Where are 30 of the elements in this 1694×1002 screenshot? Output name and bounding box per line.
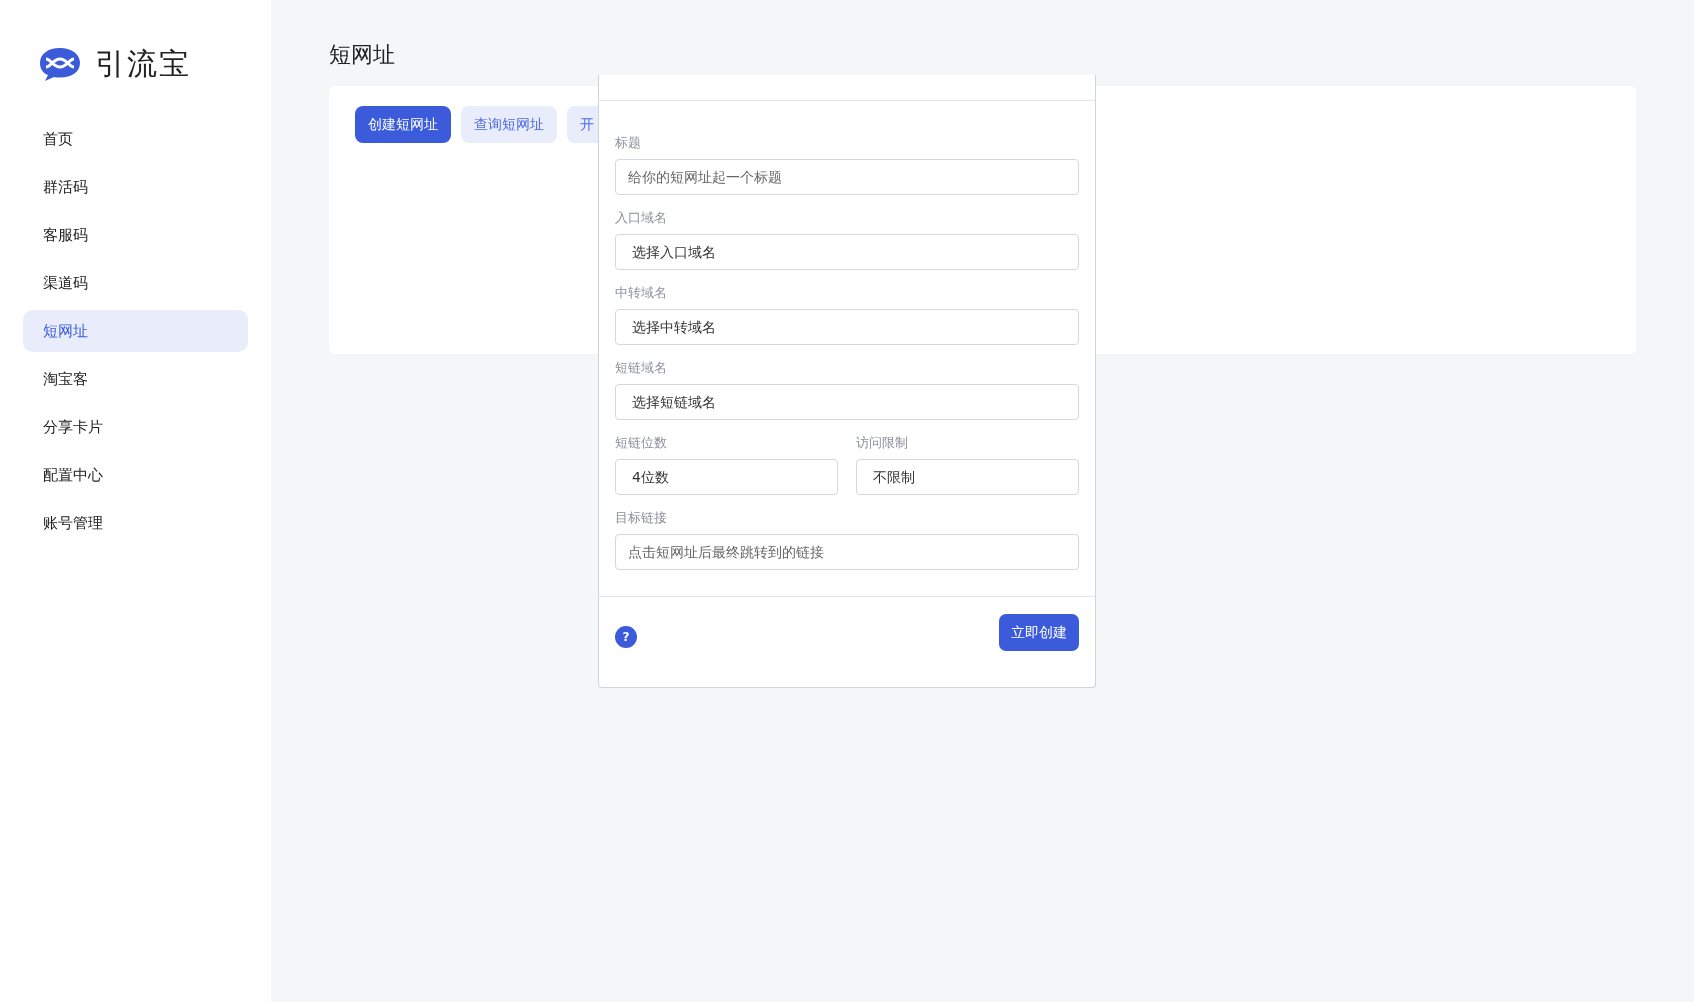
page-title: 短网址	[329, 41, 396, 69]
logo-icon	[39, 46, 81, 82]
sidebar-item[interactable]: 分享卡片	[23, 406, 248, 448]
input-field[interactable]: 点击短网址后最终跳转到的链接	[615, 534, 1079, 570]
sidebar-item[interactable]: 群活码	[23, 166, 248, 208]
sidebar-item[interactable]: 首页	[23, 118, 248, 160]
select-field[interactable]: 不限制	[856, 459, 1079, 495]
select-field[interactable]: 选择短链域名	[615, 384, 1079, 420]
field-label: 目标链接	[615, 509, 668, 527]
sidebar-item[interactable]: 配置中心	[23, 454, 248, 496]
action-button[interactable]: 创建短网址	[355, 106, 451, 143]
field-label: 入口域名	[615, 209, 668, 227]
sidebar-item[interactable]: 短网址	[23, 310, 248, 352]
field-label: 标题	[615, 134, 642, 152]
select-field[interactable]: 4位数	[615, 459, 838, 495]
field-label: 短链域名	[615, 359, 668, 377]
help-button[interactable]: ?	[615, 625, 637, 648]
field-label: 中转域名	[615, 284, 668, 302]
field-label: 访问限制	[856, 434, 909, 452]
action-button[interactable]: 查询短网址	[461, 106, 557, 143]
select-field[interactable]: 选择中转域名	[615, 309, 1079, 345]
input-field[interactable]: 给你的短网址起一个标题	[615, 159, 1079, 195]
sidebar-item[interactable]: 淘宝客	[23, 358, 248, 400]
brand-name: 引流宝	[95, 44, 191, 83]
select-field[interactable]: 选择入口域名	[615, 234, 1079, 270]
sidebar-item[interactable]: 客服码	[23, 214, 248, 256]
field-label: 短链位数	[615, 434, 668, 452]
create-button[interactable]: 立即创建	[999, 614, 1079, 651]
sidebar-item[interactable]: 渠道码	[23, 262, 248, 304]
sidebar-item[interactable]: 账号管理	[23, 502, 248, 544]
